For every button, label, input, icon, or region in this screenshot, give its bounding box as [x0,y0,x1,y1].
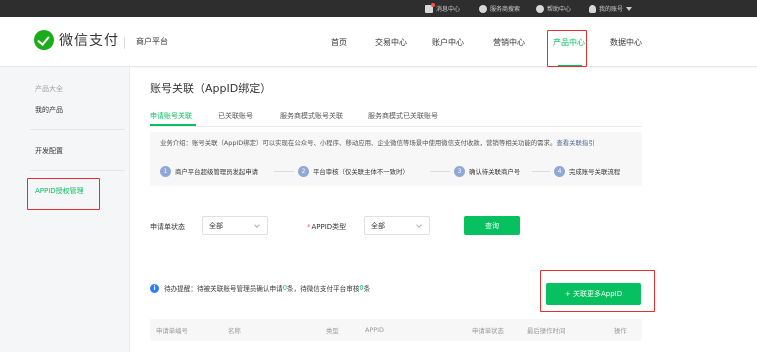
main-header: 微信支付 商户平台 首页 交易中心 账户中心 营销中心 产品中心 数据中心 [0,17,757,67]
step-connector [532,171,550,172]
help-center-label: 帮助中心 [547,6,572,13]
step-3: 3 确认待关联商户号 [454,166,520,177]
top-utility-bar: 消息中心 服务商搜索 帮助中心 我的账号 [0,0,757,17]
step-label: 完成账号关联流程 [569,168,621,176]
col-appid: APPID [365,326,384,334]
todo-reminder: i 待办提醒：待被关联账号管理员确认申请 0 条，待微信支付平台审核 0 条 [150,283,370,293]
wechat-pay-logo-icon [34,30,54,50]
step-label: 商户平台超级管理员发起申请 [175,168,259,176]
brand-name: 微信支付 [59,33,119,49]
tab-divider [150,126,642,127]
annotation-box-product-center [547,30,587,67]
appid-type-select[interactable]: 全部 [364,216,430,235]
notice-prefix: 待办提醒：待被关联账号管理员确认申请 [164,285,283,293]
message-center-label: 消息中心 [436,6,461,13]
account-menu[interactable]: 我的账号 [589,0,633,17]
appid-type-label-text: APPID类型 [311,223,347,231]
col-name: 名称 [228,327,241,335]
step-connector [274,171,294,172]
nav-data-center[interactable]: 数据中心 [610,17,642,67]
message-icon [425,2,435,13]
step-2: 2 平台审核（仅关联主体不一致时） [298,166,409,177]
nav-account-center[interactable]: 账户中心 [432,17,464,67]
step-number: 2 [298,166,309,177]
user-icon [589,4,596,13]
help-icon [536,4,544,13]
step-number: 3 [454,166,465,177]
col-last-op-time: 最后操作时间 [527,327,566,335]
col-status: 申请单状态 [472,327,504,335]
help-center-link[interactable]: 帮助中心 [536,0,571,17]
nav-marketing-center[interactable]: 营销中心 [493,17,525,67]
col-type: 类型 [326,327,339,335]
step-label: 平台审核（仅关联主体不一致时） [313,168,409,176]
annotation-box-add-appid [540,270,655,312]
guide-link[interactable]: 查看关联指引 [556,139,594,147]
brand-logo[interactable]: 微信支付 [34,30,119,50]
status-filter-label: 申请单状态 [150,223,185,231]
notice-middle: 条，待微信支付平台审核 [286,285,360,293]
col-application-no: 申请单编号 [156,327,188,335]
step-4: 4 完成账号关联流程 [554,166,620,177]
chevron-down-icon [626,6,633,11]
tab-apply-association[interactable]: 申请账号关联 [150,111,192,121]
service-search-link[interactable]: 服务商搜索 [479,0,520,17]
header-divider [124,37,125,49]
account-label: 我的账号 [599,6,624,13]
intro-text: 业务介绍：账号关联（AppID绑定）可以实现在公众号、小程序、移动应用、企业微信… [160,138,636,148]
appid-type-filter-label: *APPID类型 [307,223,347,231]
intro-panel: 业务介绍：账号关联（AppID绑定）可以实现在公众号、小程序、移动应用、企业微信… [150,132,642,186]
info-icon: i [150,283,159,293]
process-steps: 1 商户平台超级管理员发起申请 2 平台审核（仅关联主体不一致时） 3 确认待关… [160,166,636,178]
step-number: 4 [554,166,565,177]
sidebar-divider [30,129,125,130]
chevron-down-icon [416,222,422,228]
status-select-value: 全部 [209,221,223,230]
table-header: 申请单编号 名称 类型 APPID 申请单状态 最后操作时间 操作 [150,319,642,341]
notice-suffix: 条 [363,285,371,293]
sidebar-item-my-products[interactable]: 我的产品 [35,105,63,115]
main-content: 账号关联（AppID绑定） 申请账号关联 已关联账号 服务商模式账号关联 服务商… [130,68,757,352]
tab-sp-mode-associated[interactable]: 服务商模式已关联账号 [368,111,438,121]
step-label: 确认待关联商户号 [469,168,521,176]
col-actions: 操作 [614,327,627,335]
intro-description: 业务介绍：账号关联（AppID绑定）可以实现在公众号、小程序、移动应用、企业微信… [160,139,557,147]
sidebar-section-products: 产品大全 [35,85,63,93]
step-connector [430,171,450,172]
sidebar-divider [30,170,125,171]
message-center-link[interactable]: 消息中心 [425,0,460,17]
nav-trade-center[interactable]: 交易中心 [375,17,407,67]
step-number: 1 [160,166,171,177]
appid-type-select-value: 全部 [371,221,385,230]
query-button[interactable]: 查询 [464,216,520,235]
sidebar-item-dev-config[interactable]: 开发配置 [35,146,63,156]
chevron-down-icon [254,222,260,228]
platform-name: 商户平台 [136,37,168,46]
tab-associated-accounts[interactable]: 已关联账号 [218,111,253,121]
gear-icon [479,4,487,13]
annotation-box-appid-auth [27,178,100,210]
tab-sp-mode-association[interactable]: 服务商模式账号关联 [280,111,343,121]
status-select[interactable]: 全部 [202,216,268,235]
service-search-label: 服务商搜索 [490,6,521,13]
page-title: 账号关联（AppID绑定） [150,82,272,95]
nav-home[interactable]: 首页 [331,17,347,67]
step-1: 1 商户平台超级管理员发起申请 [160,166,258,177]
left-sidebar: 产品大全 我的产品 开发配置 APPID授权管理 [0,68,130,352]
